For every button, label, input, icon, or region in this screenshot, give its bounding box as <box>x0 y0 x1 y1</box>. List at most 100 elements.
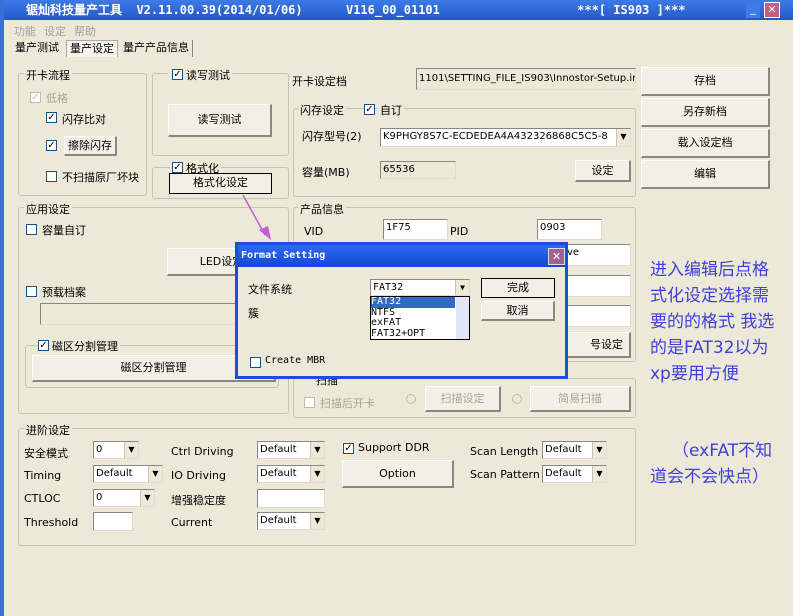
cluster-label: 簇 <box>248 307 259 320</box>
ctloc-label: CTLOC <box>24 492 61 505</box>
scan-length-select[interactable]: Default ▼ <box>542 441 607 459</box>
scan-pattern-label: Scan Pattern <box>470 468 540 481</box>
scan-setting-radio[interactable] <box>406 394 416 404</box>
flash-model-select[interactable]: K9PHGY8S7C-ECDEDEA4A432326868C5C5-8 ▼ <box>380 128 631 147</box>
simple-scan-radio[interactable] <box>512 394 522 404</box>
fs-option[interactable]: exFAT <box>371 317 469 329</box>
ctrl-driving-select[interactable]: Default ▼ <box>257 441 325 459</box>
capacity-custom-checkbox[interactable] <box>26 224 37 235</box>
rw-test-checkbox[interactable]: ✓ <box>172 69 183 80</box>
flash-model-label: 闪存型号(2) <box>302 130 362 143</box>
dialog-title: Format Setting <box>238 245 565 267</box>
chevron-down-icon[interactable]: ▼ <box>124 442 138 458</box>
save-as-button[interactable]: 另存新档 <box>641 98 770 127</box>
stability-field[interactable] <box>257 489 325 508</box>
vid-label: VID <box>304 225 324 238</box>
title-bar: 锯灿科技量产工具 V2.11.00.39(2014/01/06) V116_00… <box>4 0 793 20</box>
product-info-legend: 产品信息 <box>298 201 346 217</box>
scan-setting-button[interactable]: 扫描设定 <box>425 386 501 412</box>
menu-help[interactable]: 帮助 <box>74 23 96 39</box>
capacity-field[interactable]: 65536 <box>380 161 456 179</box>
safe-mode-select[interactable]: 0 ▼ <box>93 441 139 459</box>
scrollbar[interactable] <box>456 297 469 339</box>
flash-compare-label: 闪存比对 <box>62 113 106 126</box>
edit-button[interactable]: 编辑 <box>641 160 770 189</box>
chevron-down-icon[interactable]: ▼ <box>148 466 162 482</box>
chevron-down-icon[interactable]: ▼ <box>592 442 606 458</box>
flash-set-button[interactable]: 设定 <box>575 160 631 182</box>
minimize-icon[interactable]: _ <box>746 2 760 18</box>
chevron-down-icon[interactable]: ▼ <box>140 490 154 506</box>
partition-checkbox[interactable]: ✓ <box>38 340 49 351</box>
after-scan-checkbox[interactable] <box>304 397 315 408</box>
create-mbr-checkbox[interactable] <box>250 357 261 368</box>
partition-legend: 磁区分割管理 <box>50 338 120 354</box>
save-button[interactable]: 存档 <box>641 67 770 96</box>
flash-compare-checkbox[interactable]: ✓ <box>46 112 57 123</box>
erase-flash-checkbox[interactable]: ✓ <box>46 140 57 151</box>
stability-label: 增强稳定度 <box>171 494 226 507</box>
simple-scan-button[interactable]: 简易扫描 <box>530 386 631 412</box>
fs-option[interactable]: FAT32 <box>371 296 455 308</box>
annotation-text: 进入编辑后点格式化设定选择需要的的格式 我选的是FAT32以为xp要用方便 <box>650 260 775 384</box>
timing-select[interactable]: Default ▼ <box>93 465 163 483</box>
preload-checkbox[interactable] <box>26 286 37 297</box>
fs-option[interactable]: FAT32+OPT <box>371 328 469 340</box>
ctrl-driving-value: Default <box>260 444 297 455</box>
menu-settings[interactable]: 设定 <box>44 23 66 39</box>
fs-select[interactable]: FAT32 ▼ <box>370 279 470 296</box>
pid-field[interactable]: 0903 <box>537 219 602 240</box>
dialog-close-icon[interactable]: ✕ <box>548 248 565 265</box>
capacity-custom-label: 容量自订 <box>42 224 86 237</box>
chevron-down-icon[interactable]: ▼ <box>455 280 469 295</box>
tab-test[interactable]: 量产测试 <box>12 40 62 57</box>
product-field-2[interactable] <box>564 275 631 297</box>
timing-value: Default <box>96 468 133 479</box>
ctloc-select[interactable]: 0 ▼ <box>93 489 155 507</box>
option-button[interactable]: Option <box>342 460 454 488</box>
format-checkbox[interactable]: ✓ <box>172 162 183 173</box>
annotation-arrow <box>242 194 271 240</box>
setting-file-field[interactable]: 1101\SETTING_FILE_IS903\Innostor-Setup.i… <box>416 68 636 90</box>
current-value: Default <box>260 515 297 526</box>
product-field-1[interactable]: ve <box>564 244 631 266</box>
io-driving-select[interactable]: Default ▼ <box>257 465 325 483</box>
capacity-label: 容量(MB) <box>302 166 350 179</box>
no-scan-bad-checkbox[interactable] <box>46 171 57 182</box>
close-icon[interactable]: ✕ <box>764 2 780 18</box>
fs-dropdown-list[interactable]: FAT32 NTFS exFAT FAT32+OPT <box>370 296 470 340</box>
erase-flash-button[interactable]: 擦除闪存 <box>64 136 117 156</box>
low-format-label: 低格 <box>46 92 68 105</box>
advanced-legend: 进阶设定 <box>24 422 72 438</box>
fs-value: FAT32 <box>373 282 404 293</box>
chevron-down-icon[interactable]: ▼ <box>310 466 324 482</box>
menu-function[interactable]: 功能 <box>14 23 36 39</box>
flash-custom-checkbox[interactable]: ✓ <box>364 104 375 115</box>
scan-length-label: Scan Length <box>470 445 539 458</box>
current-select[interactable]: Default ▼ <box>257 512 325 530</box>
chevron-down-icon[interactable]: ▼ <box>310 442 324 458</box>
support-ddr-label: Support DDR <box>358 441 430 454</box>
fs-label: 文件系统 <box>248 283 292 296</box>
threshold-label: Threshold <box>24 516 79 529</box>
format-setting-dialog: Format Setting ✕ 文件系统 FAT32 ▼ 簇 FAT32 NTF… <box>235 242 568 379</box>
support-ddr-checkbox[interactable]: ✓ <box>343 443 354 454</box>
scan-length-value: Default <box>545 444 582 455</box>
chevron-down-icon[interactable]: ▼ <box>310 513 324 529</box>
no-scan-bad-label: 不扫描原厂坏块 <box>62 171 139 184</box>
low-format-checkbox[interactable]: ✓ <box>30 92 41 103</box>
rw-test-button[interactable]: 读写测试 <box>168 104 272 137</box>
ok-button[interactable]: 完成 <box>481 278 555 298</box>
tab-product-info[interactable]: 量产产品信息 <box>120 40 193 57</box>
cancel-button[interactable]: 取消 <box>481 301 555 321</box>
product-field-3[interactable] <box>564 305 631 327</box>
chevron-down-icon[interactable]: ▼ <box>592 466 606 482</box>
threshold-field[interactable] <box>93 512 133 531</box>
load-settings-button[interactable]: 载入设定档 <box>641 129 770 158</box>
tab-settings[interactable]: 量产设定 <box>66 40 118 57</box>
chevron-down-icon[interactable]: ▼ <box>616 129 630 146</box>
vid-field[interactable]: 1F75 <box>383 219 448 240</box>
pid-label: PID <box>450 225 469 238</box>
scan-pattern-select[interactable]: Default ▼ <box>542 465 607 483</box>
flash-group <box>293 108 636 197</box>
